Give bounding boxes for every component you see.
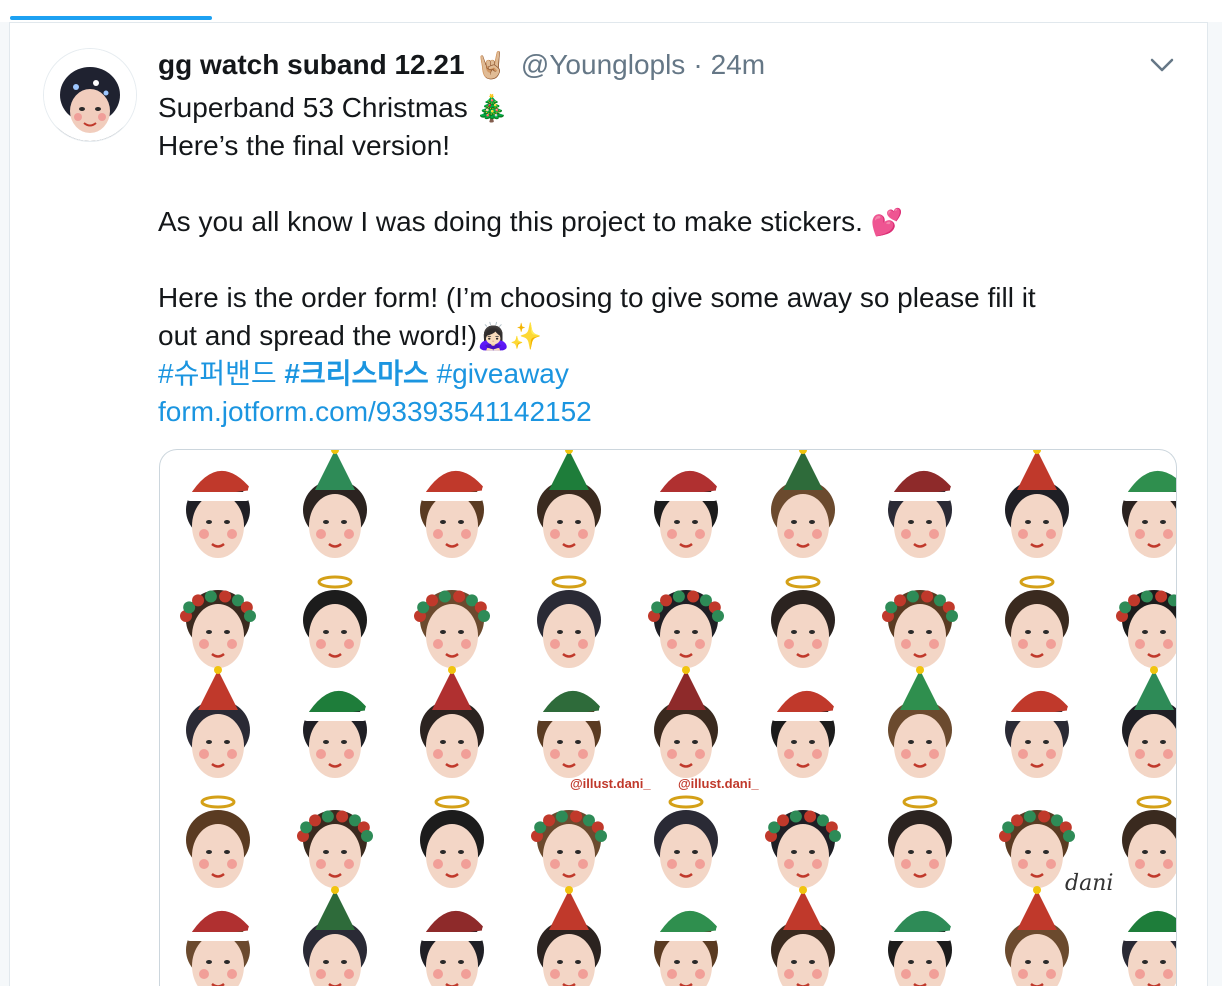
tweet-line-2: Here’s the final version! bbox=[158, 127, 1168, 165]
sticker-face bbox=[1122, 911, 1176, 986]
sticker-face bbox=[654, 795, 718, 888]
sticker-face bbox=[186, 666, 250, 778]
artist-signature: dani bbox=[1065, 871, 1113, 896]
rock-on-emoji: 🤘🏼 bbox=[474, 49, 507, 80]
hashtag-christmas[interactable]: #크리스마스 bbox=[284, 358, 428, 389]
sticker-face bbox=[1005, 886, 1069, 986]
sticker-face bbox=[531, 810, 607, 888]
tweet-header: gg watch suband 12.21 🤘🏼 @Younglopls · 2… bbox=[158, 45, 765, 85]
tweet-line-5-text: out and spread the word!) bbox=[158, 320, 478, 351]
sticker-face bbox=[771, 575, 835, 668]
sticker-face bbox=[1122, 795, 1176, 888]
order-form-link[interactable]: form.jotform.com/93393541142152 bbox=[158, 396, 592, 427]
sticker-face bbox=[888, 666, 952, 778]
separator-dot: · bbox=[693, 49, 703, 80]
sticker-face bbox=[420, 795, 484, 888]
sticker-face bbox=[303, 886, 367, 986]
sticker-face bbox=[537, 450, 601, 558]
tweet-media-image[interactable]: @illust.dani_ @illust.dani_ dani bbox=[159, 449, 1177, 986]
bowing-sparkles-emoji: 🙇🏻‍♀️✨ bbox=[477, 321, 542, 351]
tweet-text: Superband 53 Christmas 🎄 Here’s the fina… bbox=[158, 89, 1168, 431]
chevron-down-icon[interactable] bbox=[1148, 55, 1176, 75]
sticker-face bbox=[420, 910, 494, 986]
hashtag-superband[interactable]: #슈퍼밴드 bbox=[158, 358, 277, 389]
tweet-line-2-text: Here’s the final version! bbox=[158, 130, 451, 161]
sticker-face bbox=[297, 810, 373, 888]
sticker-face bbox=[186, 795, 250, 888]
sticker-face bbox=[771, 690, 845, 778]
sticker-face bbox=[537, 575, 601, 668]
sticker-face bbox=[1122, 471, 1176, 558]
sticker-face bbox=[420, 470, 494, 558]
tweet-line-4: Here is the order form! (I’m choosing to… bbox=[158, 279, 1168, 317]
sticker-face bbox=[888, 795, 952, 888]
tweet-line-3-text: As you all know I was doing this project… bbox=[158, 206, 871, 237]
watermark-2: @illust.dani_ bbox=[678, 776, 759, 791]
avatar[interactable] bbox=[43, 48, 137, 142]
watermark-1: @illust.dani_ bbox=[570, 776, 651, 791]
sticker-face bbox=[537, 690, 611, 778]
top-tab-bar bbox=[0, 0, 1222, 22]
link-line: form.jotform.com/93393541142152 bbox=[158, 393, 1168, 431]
tweet-line-1: Superband 53 Christmas 🎄 bbox=[158, 89, 1168, 127]
sticker-face bbox=[765, 810, 841, 888]
sticker-face bbox=[303, 575, 367, 668]
tweet-line-4-text: Here is the order form! (I’m choosing to… bbox=[158, 282, 1036, 313]
tweet-line-1-text: Superband 53 Christmas bbox=[158, 92, 476, 123]
sticker-face bbox=[180, 590, 256, 668]
sticker-face bbox=[186, 470, 260, 558]
sticker-face bbox=[1005, 575, 1069, 668]
sticker-face bbox=[1116, 590, 1176, 668]
user-handle[interactable]: @Younglopls bbox=[521, 49, 685, 81]
sticker-face bbox=[420, 666, 484, 778]
christmas-tree-emoji: 🎄 bbox=[475, 93, 508, 123]
sticker-face bbox=[999, 810, 1075, 888]
active-tab-indicator[interactable] bbox=[10, 16, 212, 20]
hashtag-giveaway[interactable]: #giveaway bbox=[437, 358, 569, 389]
sticker-face bbox=[1005, 690, 1079, 778]
sticker-face bbox=[882, 590, 958, 668]
sticker-face bbox=[654, 666, 718, 778]
tweet-line-3: As you all know I was doing this project… bbox=[158, 203, 1168, 241]
sticker-face bbox=[888, 470, 962, 558]
sticker-face bbox=[303, 690, 377, 778]
sticker-face bbox=[771, 450, 835, 558]
sticker-face bbox=[654, 910, 728, 986]
page: gg watch suband 12.21 🤘🏼 @Younglopls · 2… bbox=[0, 0, 1222, 986]
timestamp[interactable]: 24m bbox=[711, 49, 765, 81]
sticker-face bbox=[303, 450, 367, 558]
tweet-card[interactable]: gg watch suband 12.21 🤘🏼 @Younglopls · 2… bbox=[9, 22, 1208, 986]
two-hearts-emoji: 💕 bbox=[870, 207, 904, 237]
sticker-face bbox=[414, 590, 490, 668]
sticker-face bbox=[1005, 450, 1069, 558]
sticker-face bbox=[186, 910, 260, 986]
avatar-illustration bbox=[44, 49, 136, 141]
sticker-face bbox=[1122, 666, 1176, 778]
sticker-sheet-illustration: @illust.dani_ @illust.dani_ dani bbox=[180, 450, 1176, 986]
display-name[interactable]: gg watch suband 12.21 bbox=[158, 49, 465, 81]
sticker-face bbox=[771, 886, 835, 986]
sticker-face bbox=[888, 910, 962, 986]
sticker-face bbox=[648, 590, 724, 668]
hashtags-line: #슈퍼밴드 #크리스마스 #giveaway bbox=[158, 355, 1168, 393]
tweet-line-5: out and spread the word!)🙇🏻‍♀️✨ bbox=[158, 317, 1168, 355]
sticker-face bbox=[654, 470, 728, 558]
sticker-face bbox=[537, 886, 601, 986]
